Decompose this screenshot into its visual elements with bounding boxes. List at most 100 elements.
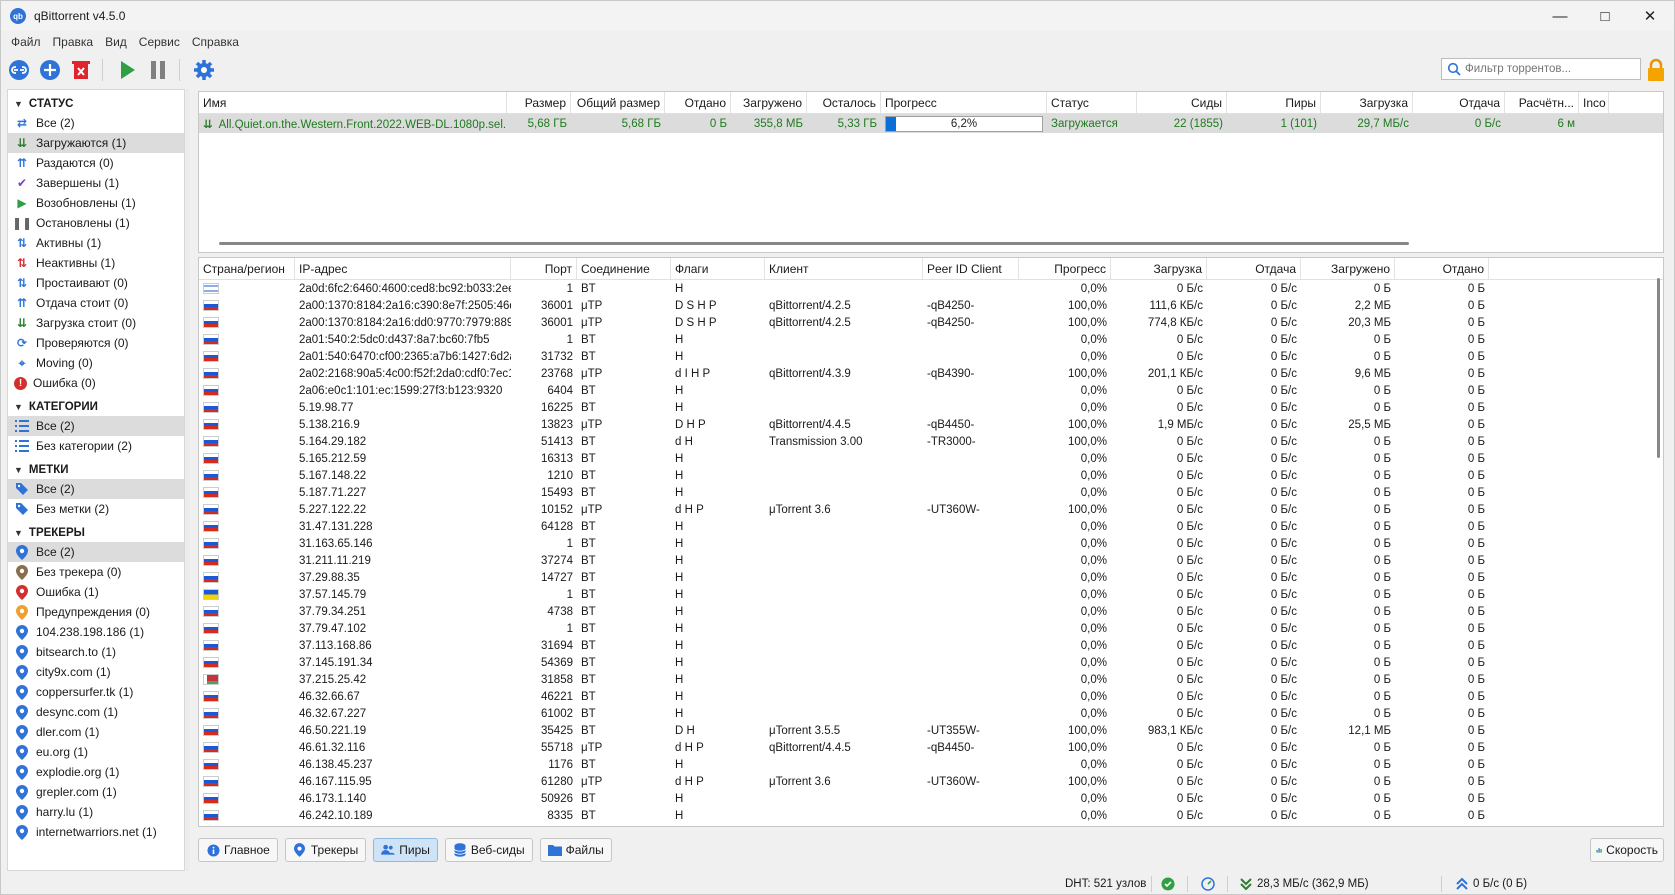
peer-row[interactable]: 37.79.47.102 1 BT H 0,0% 0 Б/с 0 Б/с 0 Б 0 Б xyxy=(199,620,1663,637)
tab-trackers[interactable]: Трекеры xyxy=(284,838,367,862)
peer-row[interactable]: 37.113.168.86 31694 BT H 0,0% 0 Б/с 0 Б/с 0 Б 0 … xyxy=(199,637,1663,654)
column-header[interactable]: Клиент xyxy=(765,258,923,279)
menu-item[interactable]: Правка xyxy=(47,35,100,49)
sidebar-scrollbar[interactable] xyxy=(185,89,190,871)
column-header[interactable]: Общий размер xyxy=(571,92,665,113)
column-header[interactable]: Загрузка xyxy=(1321,92,1413,113)
sidebar-item[interactable]: harry.lu (1) xyxy=(8,802,184,822)
sidebar-item[interactable]: 104.238.198.186 (1) xyxy=(8,622,184,642)
add-torrent-button[interactable] xyxy=(37,57,63,83)
peer-row[interactable]: 46.32.66.67 46221 BT H 0,0% 0 Б/с 0 Б/с 0 Б 0 Б xyxy=(199,688,1663,705)
column-header[interactable]: Имя xyxy=(199,92,507,113)
torrent-row[interactable]: ⇊ All.Quiet.on.the.Western.Front.2022.WEB… xyxy=(199,114,1663,133)
sidebar-item[interactable]: internetwarriors.net (1) xyxy=(8,822,184,842)
column-header[interactable]: IP-адрес xyxy=(295,258,511,279)
menu-item[interactable]: Справка xyxy=(186,35,245,49)
sidebar-section-trackers[interactable]: ▼ ТРЕКЕРЫ xyxy=(8,523,184,542)
sidebar-item[interactable]: dler.com (1) xyxy=(8,722,184,742)
sidebar-item[interactable]: ❚❚ Остановлены (1) xyxy=(8,213,184,233)
peers-list-vscrollbar[interactable] xyxy=(1657,278,1660,458)
sidebar-item[interactable]: ! Ошибка (0) xyxy=(8,373,184,393)
download-speed-status[interactable]: 28,3 МБ/с (362,9 МБ) xyxy=(1239,873,1369,895)
speed-button[interactable]: Скорость xyxy=(1590,838,1664,862)
sidebar-item[interactable]: ✔ Завершены (1) xyxy=(8,173,184,193)
peer-row[interactable]: 37.29.88.35 14727 BT H 0,0% 0 Б/с 0 Б/с 0 Б 0 Б xyxy=(199,569,1663,586)
column-header[interactable]: Пиры xyxy=(1227,92,1321,113)
torrent-filter-search[interactable] xyxy=(1441,58,1641,80)
peer-row[interactable]: 2a06:e0c1:101:ec:1599:27f3:b123:9320 6404… xyxy=(199,382,1663,399)
sidebar-section-categories[interactable]: ▼ КАТЕГОРИИ xyxy=(8,397,184,416)
sidebar-item[interactable]: Все (2) xyxy=(8,416,184,436)
sidebar-item[interactable]: desync.com (1) xyxy=(8,702,184,722)
sidebar-item[interactable]: Все (2) xyxy=(8,542,184,562)
peer-row[interactable]: 37.57.145.79 1 BT H 0,0% 0 Б/с 0 Б/с 0 Б 0 Б xyxy=(199,586,1663,603)
peer-row[interactable]: 46.173.1.140 50926 BT H 0,0% 0 Б/с 0 Б/с 0 Б 0 Б xyxy=(199,790,1663,807)
sidebar-item[interactable]: ⟳ Проверяются (0) xyxy=(8,333,184,353)
sidebar-item[interactable]: ⇊ Загружаются (1) xyxy=(8,133,184,153)
peer-row[interactable]: 31.211.11.219 37274 BT H 0,0% 0 Б/с 0 Б/с 0 Б 0 … xyxy=(199,552,1663,569)
column-header[interactable]: Флаги xyxy=(671,258,765,279)
column-header[interactable]: Отдано xyxy=(1395,258,1489,279)
sidebar-item[interactable]: Предупреждения (0) xyxy=(8,602,184,622)
peer-row[interactable]: 2a00:1370:8184:2a16:c390:8e7f:2505:46da 3… xyxy=(199,297,1663,314)
sidebar-item[interactable]: coppersurfer.tk (1) xyxy=(8,682,184,702)
speed-limits-toggle[interactable] xyxy=(1201,873,1215,895)
sidebar-item[interactable]: ⇈ Раздаются (0) xyxy=(8,153,184,173)
column-header[interactable]: Соединение xyxy=(577,258,671,279)
column-header[interactable]: Inco xyxy=(1579,92,1609,113)
torrent-list-hscrollbar[interactable] xyxy=(219,242,1409,245)
menu-item[interactable]: Вид xyxy=(99,35,133,49)
tab-general[interactable]: Главное xyxy=(198,838,278,862)
settings-button[interactable] xyxy=(191,57,217,83)
column-header[interactable]: Peer ID Client xyxy=(923,258,1019,279)
close-button[interactable]: ✕ xyxy=(1627,1,1673,31)
delete-button[interactable] xyxy=(68,57,94,83)
peer-row[interactable]: 5.138.216.9 13823 μTP D H P qBittorrent/4.4.… xyxy=(199,416,1663,433)
column-header[interactable]: Осталось xyxy=(807,92,881,113)
sidebar-item[interactable]: Без трекера (0) xyxy=(8,562,184,582)
column-header[interactable]: Размер xyxy=(507,92,571,113)
search-input[interactable] xyxy=(1465,63,1635,75)
peer-row[interactable]: 46.61.32.116 55718 μTP d H P qBittorrent/4.4… xyxy=(199,739,1663,756)
column-header[interactable]: Прогресс xyxy=(881,92,1047,113)
peer-row[interactable]: 46.32.67.227 61002 BT H 0,0% 0 Б/с 0 Б/с 0 Б 0 Б xyxy=(199,705,1663,722)
peer-row[interactable]: 37.145.191.34 54369 BT H 0,0% 0 Б/с 0 Б/с 0 Б 0 … xyxy=(199,654,1663,671)
sidebar-section-tags[interactable]: ▼ МЕТКИ xyxy=(8,460,184,479)
sidebar-item[interactable]: eu.org (1) xyxy=(8,742,184,762)
peer-row[interactable]: 5.187.71.227 15493 BT H 0,0% 0 Б/с 0 Б/с 0 Б 0 Б xyxy=(199,484,1663,501)
upload-speed-status[interactable]: 0 Б/с (0 Б) xyxy=(1455,873,1527,895)
sidebar-item[interactable]: Ошибка (1) xyxy=(8,582,184,602)
peer-row[interactable]: 5.165.212.59 16313 BT H 0,0% 0 Б/с 0 Б/с 0 Б 0 Б xyxy=(199,450,1663,467)
peer-row[interactable]: 46.167.115.95 61280 μTP d H P μTorrent 3.6 -U… xyxy=(199,773,1663,790)
sidebar-item[interactable]: grepler.com (1) xyxy=(8,782,184,802)
sidebar-item[interactable]: ⇄ Все (2) xyxy=(8,113,184,133)
add-link-button[interactable] xyxy=(6,57,32,83)
peer-row[interactable]: 37.215.25.42 31858 BT H 0,0% 0 Б/с 0 Б/с 0 Б 0 Б xyxy=(199,671,1663,688)
sidebar-item[interactable]: Без категории (2) xyxy=(8,436,184,456)
sidebar-item[interactable]: ⇅ Неактивны (1) xyxy=(8,253,184,273)
column-header[interactable]: Страна/регион xyxy=(199,258,295,279)
pause-button[interactable] xyxy=(145,57,171,83)
column-header[interactable]: Статус xyxy=(1047,92,1137,113)
minimize-button[interactable]: — xyxy=(1537,1,1583,31)
maximize-button[interactable]: □ xyxy=(1582,1,1628,31)
sidebar-item[interactable]: city9x.com (1) xyxy=(8,662,184,682)
column-header[interactable]: Порт xyxy=(511,258,577,279)
lock-icon[interactable] xyxy=(1646,58,1666,82)
sidebar-item[interactable]: ⇅ Активны (1) xyxy=(8,233,184,253)
peer-row[interactable]: 5.227.122.22 10152 μTP d H P μTorrent 3.6 -UT… xyxy=(199,501,1663,518)
sidebar-item[interactable]: Все (2) xyxy=(8,479,184,499)
sidebar-item[interactable]: ⇈ Отдача стоит (0) xyxy=(8,293,184,313)
sidebar-item[interactable]: Без метки (2) xyxy=(8,499,184,519)
peer-row[interactable]: 2a01:540:6470:cf00:2365:a7b6:1427:6d2a 31… xyxy=(199,348,1663,365)
peer-row[interactable]: 2a01:540:2:5dc0:d437:8a7:bc60:7fb5 1 BT H 0,… xyxy=(199,331,1663,348)
tab-webseeds[interactable]: Веб-сиды xyxy=(444,838,533,862)
peer-row[interactable]: 2a02:2168:90a5:4c00:f52f:2da0:cdf0:7ec1 2… xyxy=(199,365,1663,382)
menu-item[interactable]: Сервис xyxy=(133,35,186,49)
peer-row[interactable]: 2a0d:6fc2:6460:4600:ced8:bc92:b033:2eed 1… xyxy=(199,280,1663,297)
peer-row[interactable]: 37.79.34.251 4738 BT H 0,0% 0 Б/с 0 Б/с 0 Б 0 Б xyxy=(199,603,1663,620)
sidebar-item[interactable]: explodie.org (1) xyxy=(8,762,184,782)
sidebar-item[interactable]: ⌖ Moving (0) xyxy=(8,353,184,373)
sidebar-section-status[interactable]: ▼ СТАТУС xyxy=(8,94,184,113)
peer-row[interactable]: 5.19.98.77 16225 BT H 0,0% 0 Б/с 0 Б/с 0 Б 0 Б xyxy=(199,399,1663,416)
